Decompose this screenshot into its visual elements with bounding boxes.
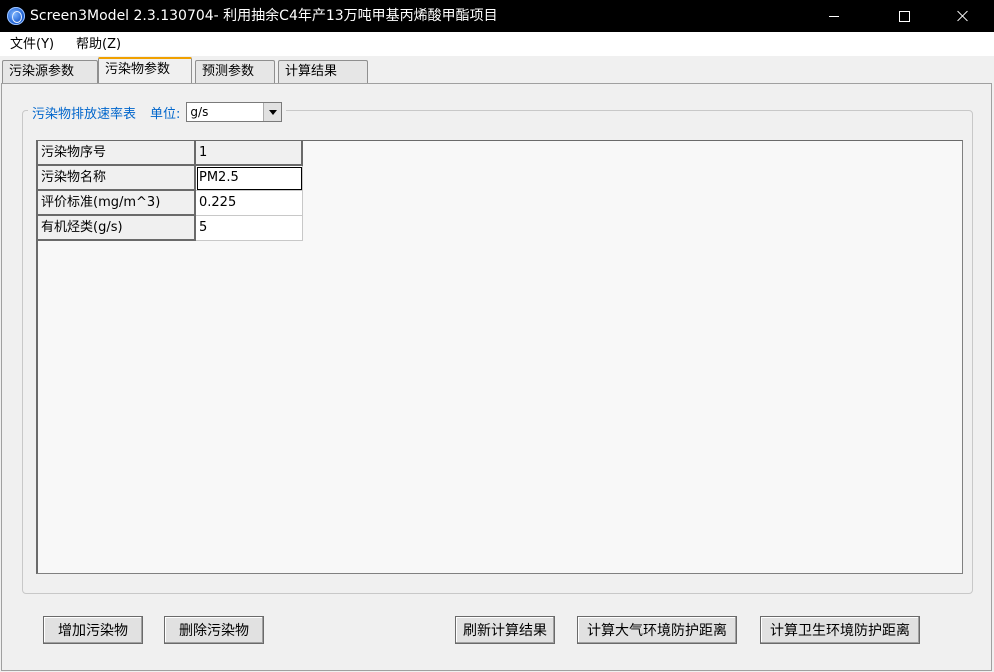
delete-pollutant-button[interactable]: 删除污染物 xyxy=(164,616,264,644)
maximize-button[interactable] xyxy=(881,0,927,32)
close-icon xyxy=(957,10,969,22)
maximize-icon xyxy=(898,10,910,22)
refresh-results-button[interactable]: 刷新计算结果 xyxy=(455,616,555,644)
menu-file[interactable]: 文件(Y) xyxy=(10,32,54,56)
row-header: 污染物序号 xyxy=(38,141,196,166)
tab-calc-results[interactable]: 计算结果 xyxy=(278,60,368,83)
grid-cell[interactable]: 5 xyxy=(196,216,303,241)
menu-bar: 文件(Y) 帮助(Z) xyxy=(0,32,994,56)
chevron-down-icon xyxy=(268,109,277,115)
row-header: 有机烃类(g/s) xyxy=(38,216,196,241)
grid-cell[interactable]: PM2.5 xyxy=(196,166,303,191)
menu-help[interactable]: 帮助(Z) xyxy=(76,32,121,56)
unit-select-dropdown-button[interactable] xyxy=(263,103,282,121)
calc-atmospheric-distance-button[interactable]: 计算大气环境防护距离 xyxy=(577,616,737,644)
row-header: 评价标准(mg/m^3) xyxy=(38,191,196,216)
unit-select-value: g/s xyxy=(190,105,209,119)
unit-select[interactable]: g/s xyxy=(186,102,283,122)
app-icon xyxy=(7,7,25,25)
tab-strip: 污染源参数 污染物参数 预测参数 计算结果 xyxy=(0,56,994,84)
title-bar: Screen3Model 2.3.130704- 利用抽余C4年产13万吨甲基丙… xyxy=(0,0,994,32)
tab-predict-params[interactable]: 预测参数 xyxy=(195,60,275,83)
row-header: 污染物名称 xyxy=(38,166,196,191)
window-title: Screen3Model 2.3.130704- 利用抽余C4年产13万吨甲基丙… xyxy=(30,8,498,24)
grid-cell[interactable]: 1 xyxy=(196,141,303,166)
group-legend: 污染物排放速率表 单位: g/s xyxy=(28,100,287,124)
tab-pollutant-params[interactable]: 污染物参数 xyxy=(98,57,192,83)
add-pollutant-button[interactable]: 增加污染物 xyxy=(43,616,143,644)
group-title: 污染物排放速率表 xyxy=(32,106,137,122)
pollutant-grid[interactable]: 污染物序号 1 污染物名称 PM2.5 评价标准(mg/m^3) 0.225 有… xyxy=(36,140,963,574)
calc-health-distance-button[interactable]: 计算卫生环境防护距离 xyxy=(760,616,920,644)
minimize-icon xyxy=(829,15,839,17)
unit-label: 单位: xyxy=(150,106,181,122)
minimize-button[interactable] xyxy=(811,0,857,32)
tab-source-params[interactable]: 污染源参数 xyxy=(2,60,98,83)
close-button[interactable] xyxy=(940,0,986,32)
grid-cell[interactable]: 0.225 xyxy=(196,191,303,216)
